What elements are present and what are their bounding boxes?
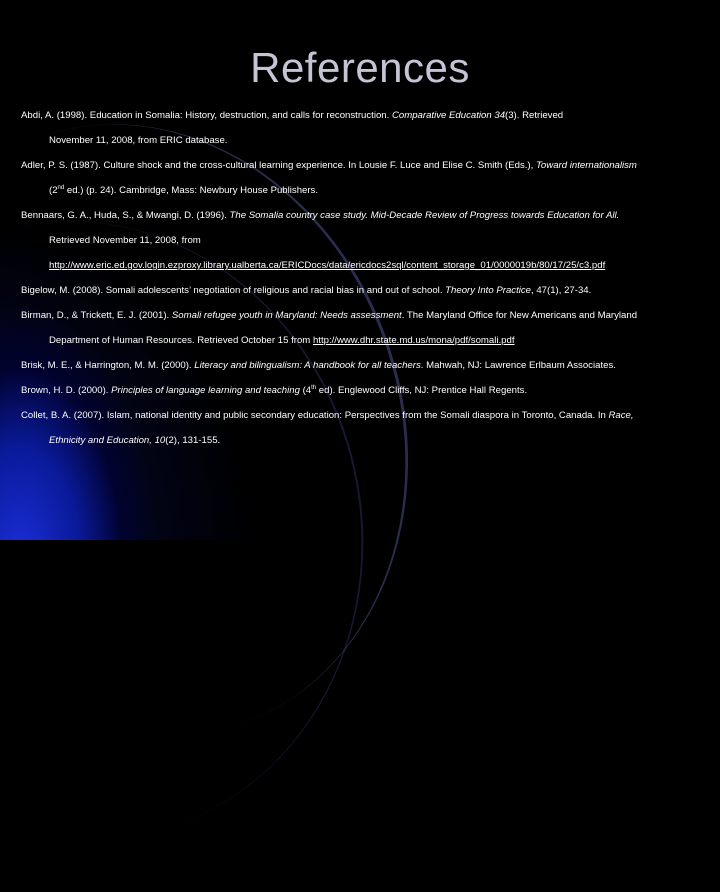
reference-entry: Bennaars, G. A., Huda, S., & Mwangi, D. … [21,210,701,285]
reference-line: Department of Human Resources. Retrieved… [21,335,701,360]
reference-line: Birman, D., & Trickett, E. J. (2001). So… [21,310,701,335]
reference-text: Bennaars, G. A., Huda, S., & Mwangi, D. … [21,210,230,221]
reference-line: Adler, P. S. (1987). Culture shock and t… [21,160,701,185]
reference-line: http://www.eric.ed.gov.login.ezproxy.lib… [21,260,701,285]
reference-line: Ethnicity and Education, 10(2), 131-155. [21,435,701,460]
reference-text: (2 [49,185,58,196]
reference-text: Ethnicity and Education, 10 [49,435,166,446]
reference-text: Principles of language learning and teac… [111,385,300,396]
reference-line: Bigelow, M. (2008). Somali adolescents’ … [21,285,701,310]
reference-entry: Abdi, A. (1998). Education in Somalia: H… [21,110,701,160]
reference-entry: Brown, H. D. (2000). Principles of langu… [21,385,701,410]
reference-text: (3). Retrieved [505,110,564,121]
reference-text: Somali refugee youth in Maryland: Needs … [171,310,402,321]
reference-entry: Birman, D., & Trickett, E. J. (2001). So… [21,310,701,360]
reference-text: Literacy and bilingualism: A handbook fo… [194,360,421,371]
reference-text: Brown, H. D. (2000). [21,385,112,396]
reference-text: , 47(1), 27-34. [531,285,592,296]
reference-link[interactable]: http://www.eric.ed.gov.login.ezproxy.lib… [49,260,605,271]
reference-text: (2), 131-155. [165,435,221,446]
reference-entry: Adler, P. S. (1987). Culture shock and t… [21,160,701,210]
reference-text: . The Maryland Office for New Americans … [401,310,638,321]
reference-entry: Bigelow, M. (2008). Somali adolescents’ … [21,285,701,310]
reference-line: Collet, B. A. (2007). Islam, national id… [21,410,701,435]
reference-text: Comparative Education 34 [391,110,506,121]
reference-text: Adler, P. S. (1987). Culture shock and t… [21,160,536,171]
reference-text: (4 [299,385,312,396]
reference-text: Abdi, A. (1998). Education in Somalia: H… [21,110,392,121]
reference-line: Brown, H. D. (2000). Principles of langu… [21,385,701,410]
reference-text: ed.) (p. 24). Cambridge, Mass: Newbury H… [64,185,319,196]
reference-text: . Mahwah, NJ: Lawrence Erlbaum Associate… [420,360,616,371]
reference-link[interactable]: http://www.dhr.state.md.us/mona/pdf/soma… [313,335,515,346]
reference-text: Race, [608,410,634,421]
reference-text: Toward internationalism [535,160,637,171]
reference-entry: Collet, B. A. (2007). Islam, national id… [21,410,701,460]
reference-text: Department of Human Resources. Retrieved… [49,335,313,346]
reference-text: Theory Into Practice [445,285,532,296]
reference-text: November 11, 2008, from ERIC database. [49,135,228,146]
reference-entry: Brisk, M. E., & Harrington, M. M. (2000)… [21,360,701,385]
reference-line: Retrieved November 11, 2008, from [21,235,701,260]
reference-list: Abdi, A. (1998). Education in Somalia: H… [21,110,701,460]
reference-line: Brisk, M. E., & Harrington, M. M. (2000)… [21,360,701,385]
reference-line: Abdi, A. (1998). Education in Somalia: H… [21,110,701,135]
reference-text: Brisk, M. E., & Harrington, M. M. (2000)… [21,360,195,371]
reference-line: November 11, 2008, from ERIC database. [21,135,701,160]
reference-line: (2nd ed.) (p. 24). Cambridge, Mass: Newb… [21,185,701,210]
reference-text: Bigelow, M. (2008). Somali adolescents’ … [21,285,446,296]
slide-title: References [250,44,470,91]
reference-text: ed). Englewood Cliffs, NJ: Prentice Hall… [316,385,528,396]
reference-line: Bennaars, G. A., Huda, S., & Mwangi, D. … [21,210,701,235]
reference-text: Birman, D., & Trickett, E. J. (2001). [21,310,172,321]
reference-text: The Somalia country case study. Mid-Deca… [229,210,620,221]
reference-text: Retrieved November 11, 2008, from [49,235,201,246]
reference-text: Collet, B. A. (2007). Islam, national id… [21,410,609,421]
